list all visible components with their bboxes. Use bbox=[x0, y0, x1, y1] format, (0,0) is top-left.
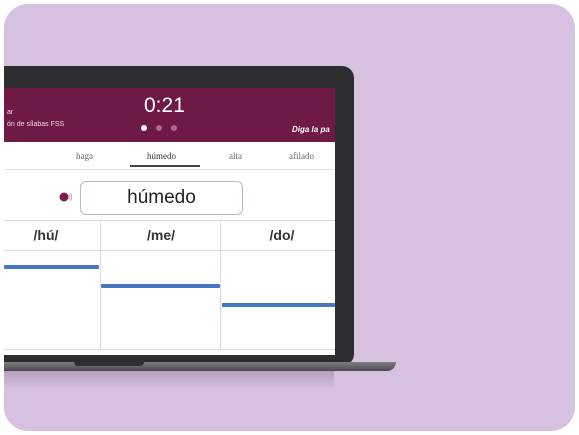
app-label-line1: ar bbox=[7, 109, 14, 116]
pitch-line bbox=[4, 265, 99, 269]
word-display: húmedo bbox=[80, 181, 243, 215]
laptop-base bbox=[4, 362, 396, 371]
progress-dot bbox=[171, 125, 177, 131]
speaker-icon[interactable] bbox=[59, 190, 73, 204]
app-label-line2: ón de sílabas FSS bbox=[7, 121, 65, 128]
laptop-screen: ar ón de sílabas FSS 0:21 Diga la pa hag… bbox=[4, 88, 335, 355]
word-tabs: haga húmedo alta afilado bbox=[4, 142, 335, 170]
instruction-text: Diga la pa bbox=[292, 125, 330, 134]
syllable-header: /do/ bbox=[269, 227, 295, 243]
laptop-shadow bbox=[4, 371, 334, 389]
timer: 0:21 bbox=[144, 94, 185, 117]
laptop-base-notch bbox=[74, 362, 144, 366]
pitch-line bbox=[101, 284, 220, 288]
grid-divider bbox=[4, 250, 335, 251]
tab-humedo[interactable]: húmedo bbox=[147, 151, 176, 161]
syllable-header: /hú/ bbox=[33, 227, 59, 243]
tab-afilado[interactable]: afilado bbox=[289, 151, 314, 161]
tab-haga[interactable]: haga bbox=[76, 151, 93, 161]
tab-alta[interactable]: alta bbox=[229, 151, 242, 161]
syllable-header: /me/ bbox=[146, 227, 175, 243]
top-bar: ar ón de sílabas FSS 0:21 Diga la pa bbox=[4, 88, 335, 142]
pitch-line bbox=[222, 303, 335, 307]
active-tab-indicator bbox=[130, 165, 200, 167]
background-card: ar ón de sílabas FSS 0:21 Diga la pa hag… bbox=[4, 4, 575, 431]
progress-dot bbox=[141, 125, 147, 131]
progress-dot bbox=[156, 125, 162, 131]
progress-dots bbox=[141, 125, 177, 131]
